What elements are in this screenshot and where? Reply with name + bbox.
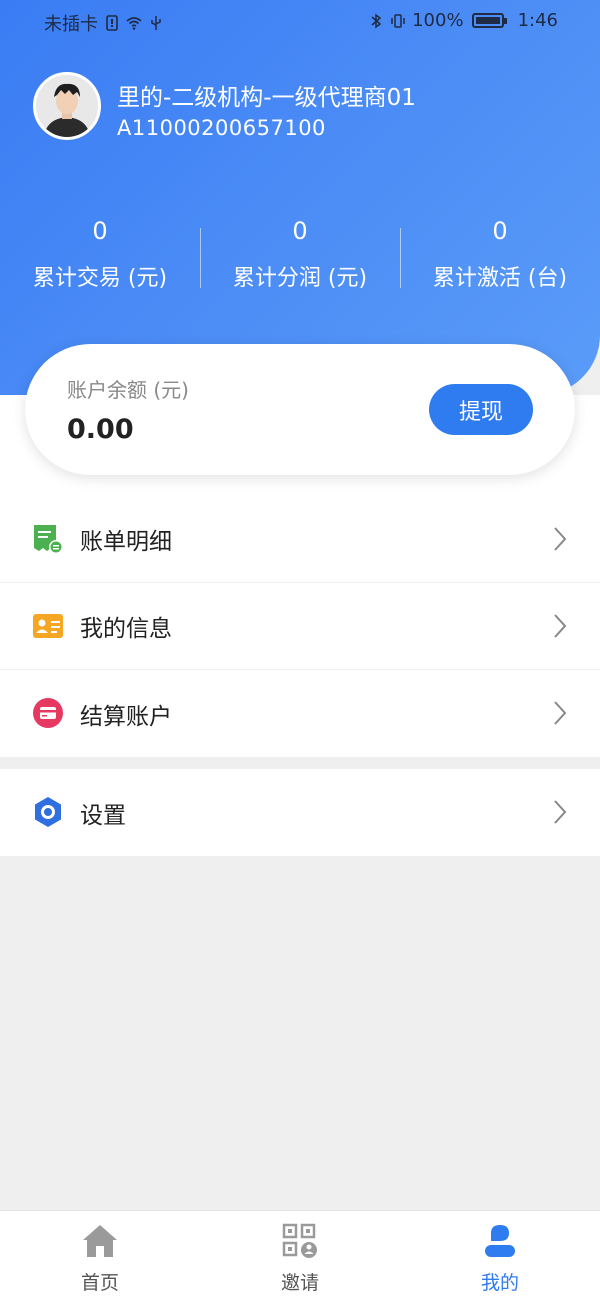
withdraw-button[interactable]: 提现 <box>429 384 533 435</box>
vibrate-icon <box>391 13 405 28</box>
qr-code-icon <box>282 1223 317 1258</box>
header-background <box>0 0 600 395</box>
stat-value: 0 <box>292 217 308 245</box>
settings-icon <box>35 797 61 827</box>
user-icon <box>485 1225 515 1257</box>
stat-label: 累计激活 (台) <box>432 266 568 291</box>
status-bar: 未插卡 100% 1:46 <box>0 0 600 42</box>
menu-label: 结算账户 <box>80 703 172 730</box>
user-name: 里的-二级机构-一级代理商01 <box>117 85 416 111</box>
wifi-icon <box>126 17 142 30</box>
balance-value: 0.00 <box>67 414 134 445</box>
bluetooth-icon <box>371 13 382 28</box>
chevron-right-icon <box>554 701 567 725</box>
stat-total-profit[interactable]: 0 累计分润 (元) <box>200 212 400 292</box>
stat-value: 0 <box>492 217 508 245</box>
tab-label: 我的 <box>480 1272 519 1294</box>
menu-label: 账单明细 <box>80 529 172 555</box>
user-id: A11000200657100 <box>117 116 326 140</box>
battery-percent: 100% <box>412 10 464 31</box>
menu-group-main: 账单明细 我的信息 结算账户 <box>0 496 600 757</box>
balance-card: 账户余额 (元) 0.00 提现 <box>25 344 575 475</box>
usb-icon <box>151 16 161 30</box>
menu-item-settlement-account[interactable]: 结算账户 <box>0 670 600 757</box>
menu-item-bill-details[interactable]: 账单明细 <box>0 496 600 583</box>
home-icon <box>83 1225 117 1257</box>
chevron-right-icon <box>554 614 567 638</box>
avatar-image <box>36 75 98 137</box>
status-left: 未插卡 <box>44 10 164 36</box>
stat-total-activations[interactable]: 0 累计激活 (台) <box>400 212 600 292</box>
battery-icon <box>471 13 507 28</box>
menu-label: 设置 <box>80 802 126 829</box>
stat-label: 累计交易 (元) <box>32 266 168 291</box>
id-card-icon <box>33 614 63 638</box>
tab-label: 首页 <box>80 1272 119 1294</box>
menu-item-settings[interactable]: 设置 <box>0 769 600 856</box>
clock: 1:46 <box>517 10 558 31</box>
avatar[interactable] <box>33 72 101 140</box>
tab-label: 邀请 <box>280 1272 319 1294</box>
tab-home[interactable]: 首页 <box>0 1211 200 1301</box>
tab-mine[interactable]: 我的 <box>400 1211 600 1301</box>
chevron-right-icon <box>554 527 567 551</box>
menu-label: 我的信息 <box>80 616 172 642</box>
balance-label: 账户余额 (元) <box>67 378 189 402</box>
bottom-tab-bar: 首页 邀请 我的 <box>0 1210 600 1301</box>
chevron-right-icon <box>554 800 567 824</box>
tab-invite[interactable]: 邀请 <box>200 1211 400 1301</box>
stat-total-transactions[interactable]: 0 累计交易 (元) <box>0 212 200 292</box>
status-right: 100% 1:46 <box>368 10 558 31</box>
sim-icon <box>106 15 118 31</box>
card-icon <box>33 698 63 728</box>
carrier-text: 未插卡 <box>44 14 98 35</box>
stats-panel: 0 累计交易 (元) 0 累计分润 (元) 0 累计激活 (台) <box>0 212 600 302</box>
menu-group-settings: 设置 <box>0 769 600 856</box>
stat-value: 0 <box>92 217 108 245</box>
stat-label: 累计分润 (元) <box>232 266 368 291</box>
menu-item-my-info[interactable]: 我的信息 <box>0 583 600 670</box>
bill-icon <box>34 525 63 554</box>
